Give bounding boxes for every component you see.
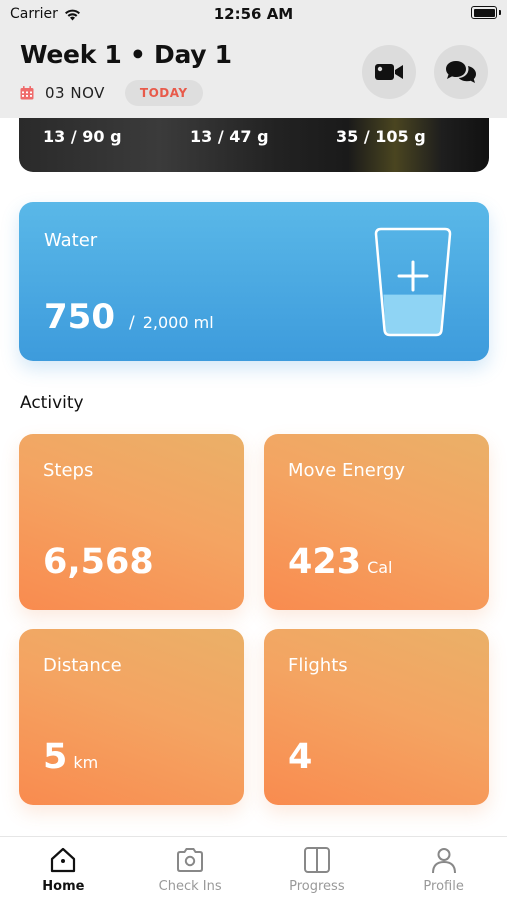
activity-section-title: Activity	[20, 393, 84, 413]
tab-check-ins-label: Check Ins	[158, 879, 222, 894]
flights-label: Flights	[288, 655, 348, 676]
move-energy-value: 423	[288, 542, 362, 582]
tab-home[interactable]: Home	[0, 837, 127, 900]
calendar-icon	[20, 86, 34, 100]
water-value: 750	[44, 297, 115, 337]
water-separator: /	[128, 313, 135, 333]
person-icon	[431, 848, 456, 874]
water-glass-add-icon[interactable]	[373, 226, 453, 338]
tab-progress-label: Progress	[289, 879, 345, 894]
video-camera-icon	[375, 64, 403, 80]
move-energy-value-row: 423 Cal	[288, 542, 392, 582]
distance-value-row: 5 km	[43, 737, 98, 777]
steps-value: 6,568	[43, 542, 154, 582]
page-title: Week 1 • Day 1	[20, 40, 232, 69]
water-goal: 2,000 ml	[142, 313, 214, 332]
camera-icon	[177, 848, 204, 872]
tab-check-ins[interactable]: Check Ins	[127, 837, 254, 900]
tab-bar: Home Check Ins Progress Profile	[0, 836, 507, 900]
steps-card[interactable]: Steps 6,568	[19, 434, 244, 610]
distance-card[interactable]: Distance 5 km	[19, 629, 244, 805]
carbs-value: 35 / 105 g	[336, 127, 426, 146]
distance-label: Distance	[43, 655, 122, 676]
move-energy-card[interactable]: Move Energy 423 Cal	[264, 434, 489, 610]
tab-profile-label: Profile	[423, 879, 464, 894]
water-amount: 750 / 2,000 ml	[44, 297, 214, 337]
water-card[interactable]: Water 750 / 2,000 ml	[19, 202, 489, 361]
battery-icon	[471, 6, 501, 19]
tab-profile[interactable]: Profile	[380, 837, 507, 900]
home-icon	[51, 847, 76, 873]
today-button[interactable]: TODAY	[124, 80, 203, 106]
protein-value: 13 / 90 g	[43, 127, 122, 146]
flights-value: 4	[288, 737, 313, 777]
current-date: 03 NOV	[45, 84, 105, 102]
tab-home-label: Home	[42, 879, 85, 894]
video-call-button[interactable]	[362, 45, 416, 99]
progress-icon	[303, 847, 330, 873]
status-bar: Carrier 12:56 AM	[0, 0, 507, 30]
flights-value-row: 4	[288, 737, 312, 777]
steps-label: Steps	[43, 460, 94, 481]
move-energy-unit: Cal	[367, 558, 393, 577]
distance-unit: km	[73, 753, 99, 772]
tab-progress[interactable]: Progress	[254, 837, 381, 900]
fat-value: 13 / 47 g	[190, 127, 269, 146]
day-header: Week 1 • Day 1 03 NOV TODAY	[0, 30, 507, 118]
date-row[interactable]: 03 NOV TODAY	[20, 80, 203, 106]
chat-bubbles-icon	[446, 61, 476, 83]
flights-card[interactable]: Flights 4	[264, 629, 489, 805]
distance-value: 5	[43, 737, 68, 777]
status-time: 12:56 AM	[213, 5, 294, 23]
chat-button[interactable]	[434, 45, 488, 99]
steps-value-row: 6,568	[43, 542, 154, 582]
move-energy-label: Move Energy	[288, 460, 406, 481]
water-label: Water	[44, 230, 98, 251]
